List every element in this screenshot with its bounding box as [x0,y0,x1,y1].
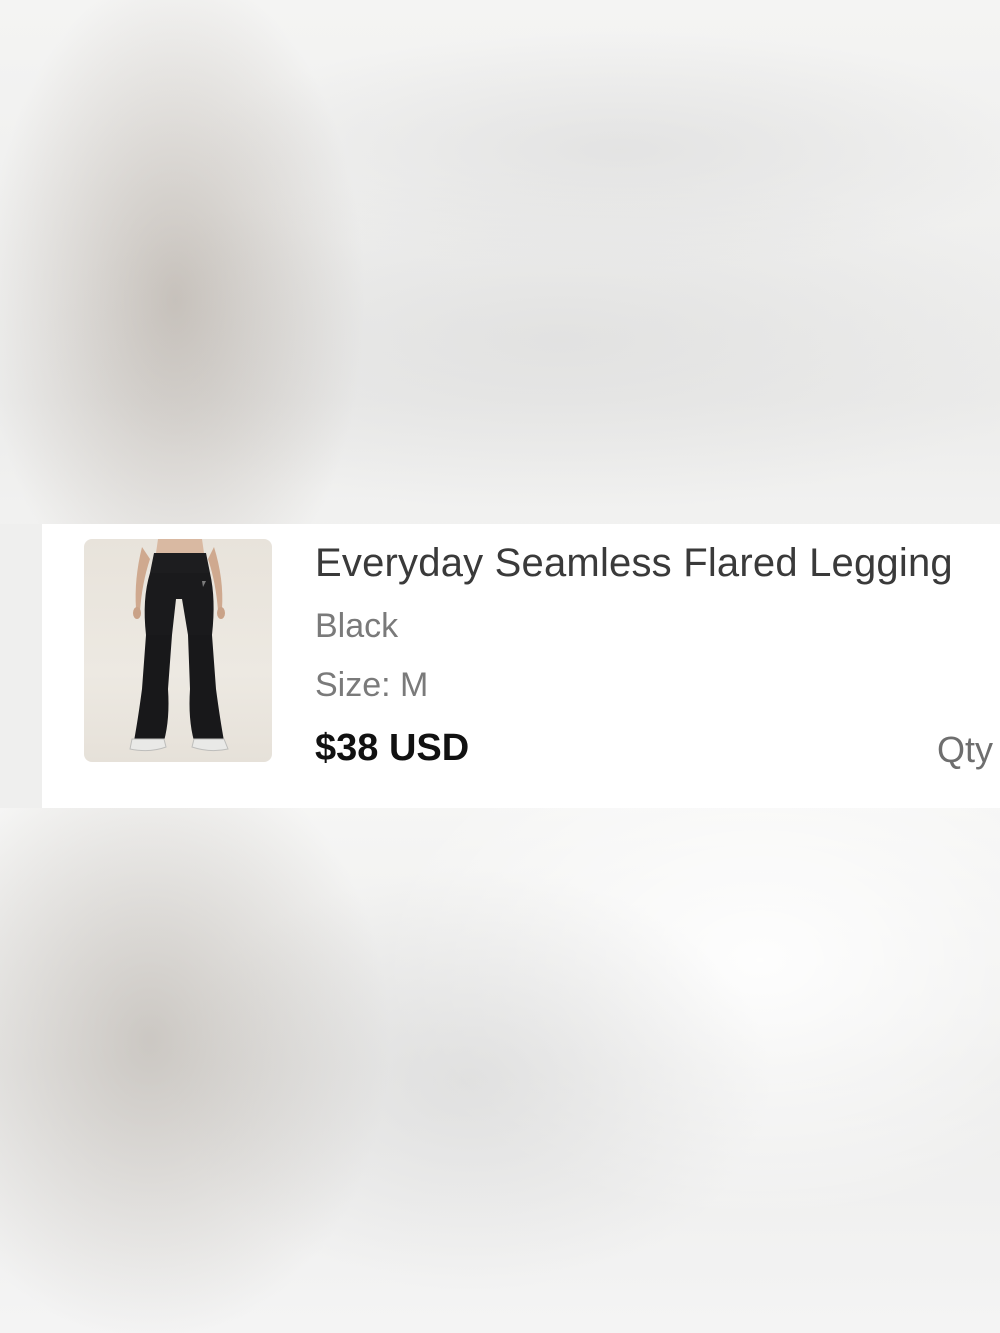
background-strip [0,524,42,808]
product-title[interactable]: Everyday Seamless Flared Legging [315,541,953,586]
cart-item-card: Everyday Seamless Flared Legging Black S… [42,524,1000,808]
quantity-label: Qty [937,729,994,770]
product-color: Black [315,607,399,645]
product-size: Size: M [315,666,429,704]
product-image [129,539,229,752]
product-thumbnail[interactable] [84,539,272,762]
product-price: $38 USD [315,727,470,769]
